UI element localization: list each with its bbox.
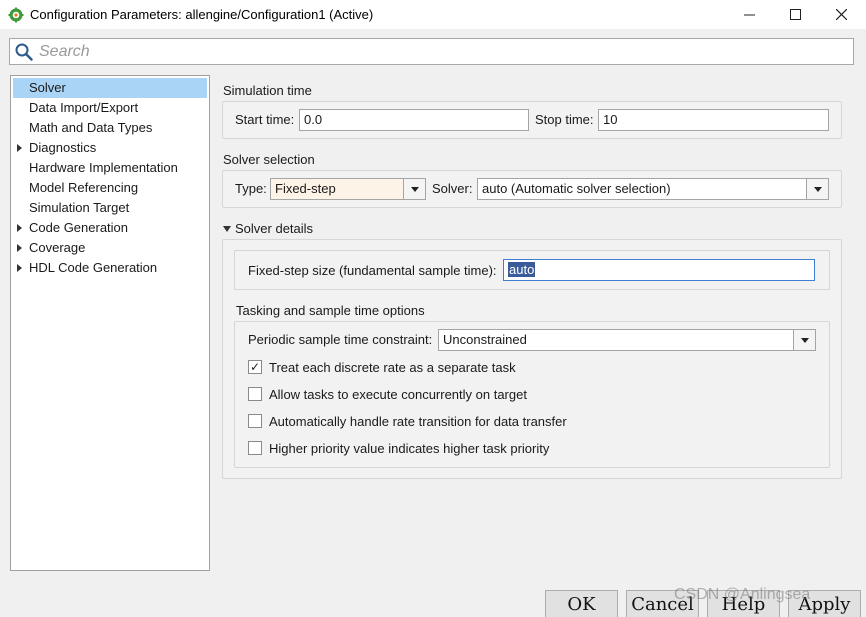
help-button[interactable]: Help	[707, 590, 780, 617]
constraint-dropdown-button[interactable]	[793, 330, 815, 350]
window-title: Configuration Parameters: allengine/Conf…	[30, 7, 374, 22]
type-dropdown[interactable]: Fixed-step	[270, 178, 426, 200]
solver-dropdown-value: auto (Automatic solver selection)	[482, 181, 671, 196]
checkbox-concurrent[interactable]	[248, 387, 262, 401]
solver-label: Solver:	[432, 181, 473, 196]
tree-item-hdl-code-generation[interactable]: HDL Code Generation	[11, 258, 209, 278]
tree-item-label: Data Import/Export	[29, 100, 139, 115]
tree-item-label: Math and Data Types	[29, 120, 153, 135]
checkbox-priority[interactable]	[248, 441, 262, 455]
minimize-button[interactable]	[726, 0, 772, 29]
chevron-down-icon	[410, 186, 419, 192]
search-box[interactable]: Search	[9, 38, 854, 65]
expand-arrow-icon[interactable]	[17, 224, 22, 232]
ok-button[interactable]: OK	[545, 590, 618, 617]
chevron-down-icon	[813, 186, 822, 192]
checkbox-label: Treat each discrete rate as a separate t…	[269, 359, 516, 375]
expand-arrow-icon[interactable]	[17, 264, 22, 272]
apply-button[interactable]: Apply	[788, 590, 861, 617]
tree-item-hardware-implementation[interactable]: Hardware Implementation	[11, 158, 209, 178]
solver-selection-heading: Solver selection	[223, 152, 315, 167]
checkbox-label: Higher priority value indicates higher t…	[269, 440, 550, 456]
solver-details-heading: Solver details	[235, 221, 314, 236]
category-tree: Solver Data Import/Export Math and Data …	[10, 75, 210, 571]
tree-item-coverage[interactable]: Coverage	[11, 238, 209, 258]
checkbox-row-rate-transition[interactable]: Automatically handle rate transition for…	[248, 412, 567, 430]
checkbox-row-priority[interactable]: Higher priority value indicates higher t…	[248, 439, 549, 457]
stop-time-label: Stop time:	[535, 112, 594, 127]
simulation-time-heading: Simulation time	[223, 83, 312, 98]
tree-item-label: Model Referencing	[29, 180, 139, 195]
checkmark-icon: ✓	[249, 360, 261, 374]
step-size-value: auto	[508, 262, 536, 277]
constraint-dropdown[interactable]: Unconstrained	[438, 329, 816, 351]
solver-dropdown[interactable]: auto (Automatic solver selection)	[477, 178, 829, 200]
maximize-icon	[789, 9, 801, 20]
tree-item-diagnostics[interactable]: Diagnostics	[11, 138, 209, 158]
type-dropdown-value: Fixed-step	[275, 181, 336, 196]
tree-item-label: Solver	[29, 80, 66, 95]
tree-item-solver[interactable]: Solver	[13, 78, 207, 98]
stop-time-input[interactable]: 10	[598, 109, 829, 131]
checkbox-row-separate-task[interactable]: ✓ Treat each discrete rate as a separate…	[248, 358, 516, 376]
tree-item-data-import-export[interactable]: Data Import/Export	[11, 98, 209, 118]
tree-item-label: Diagnostics	[29, 140, 97, 155]
tree-item-label: Simulation Target	[29, 200, 130, 215]
checkbox-row-concurrent[interactable]: Allow tasks to execute concurrently on t…	[248, 385, 527, 403]
tree-item-label: Code Generation	[29, 220, 129, 235]
chevron-down-icon	[800, 337, 809, 343]
type-label: Type:	[235, 181, 267, 196]
search-placeholder: Search	[39, 42, 90, 60]
close-icon	[835, 9, 847, 20]
collapse-arrow-icon	[223, 225, 231, 232]
solver-dropdown-button[interactable]	[806, 179, 828, 199]
tasking-heading: Tasking and sample time options	[236, 303, 425, 318]
expand-arrow-icon[interactable]	[17, 144, 22, 152]
search-icon	[15, 43, 33, 61]
close-button[interactable]	[818, 0, 864, 29]
title-bar: Configuration Parameters: allengine/Conf…	[0, 0, 866, 29]
simulink-app-icon	[8, 7, 24, 22]
checkbox-separate-task[interactable]: ✓	[248, 360, 262, 374]
tree-item-label: Coverage	[29, 240, 86, 255]
tree-item-simulation-target[interactable]: Simulation Target	[11, 198, 209, 218]
solver-details-toggle[interactable]: Solver details	[223, 221, 313, 236]
type-dropdown-button[interactable]	[403, 179, 425, 199]
constraint-dropdown-value: Unconstrained	[443, 332, 527, 347]
expand-arrow-icon[interactable]	[17, 244, 22, 252]
start-time-label: Start time:	[235, 112, 295, 127]
step-size-label: Fixed-step size (fundamental sample time…	[248, 263, 497, 278]
tree-item-model-referencing[interactable]: Model Referencing	[11, 178, 209, 198]
checkbox-label: Automatically handle rate transition for…	[269, 413, 567, 429]
checkbox-label: Allow tasks to execute concurrently on t…	[269, 386, 527, 402]
maximize-button[interactable]	[772, 0, 818, 29]
minimize-icon	[743, 14, 755, 16]
constraint-label: Periodic sample time constraint:	[248, 332, 433, 347]
tree-item-label: Hardware Implementation	[29, 160, 178, 175]
tree-item-code-generation[interactable]: Code Generation	[11, 218, 209, 238]
cancel-button[interactable]: Cancel	[626, 590, 699, 617]
tree-item-label: HDL Code Generation	[29, 260, 158, 275]
step-size-input[interactable]: auto	[503, 259, 815, 281]
start-time-input[interactable]: 0.0	[299, 109, 529, 131]
tree-item-math-and-data-types[interactable]: Math and Data Types	[11, 118, 209, 138]
checkbox-rate-transition[interactable]	[248, 414, 262, 428]
